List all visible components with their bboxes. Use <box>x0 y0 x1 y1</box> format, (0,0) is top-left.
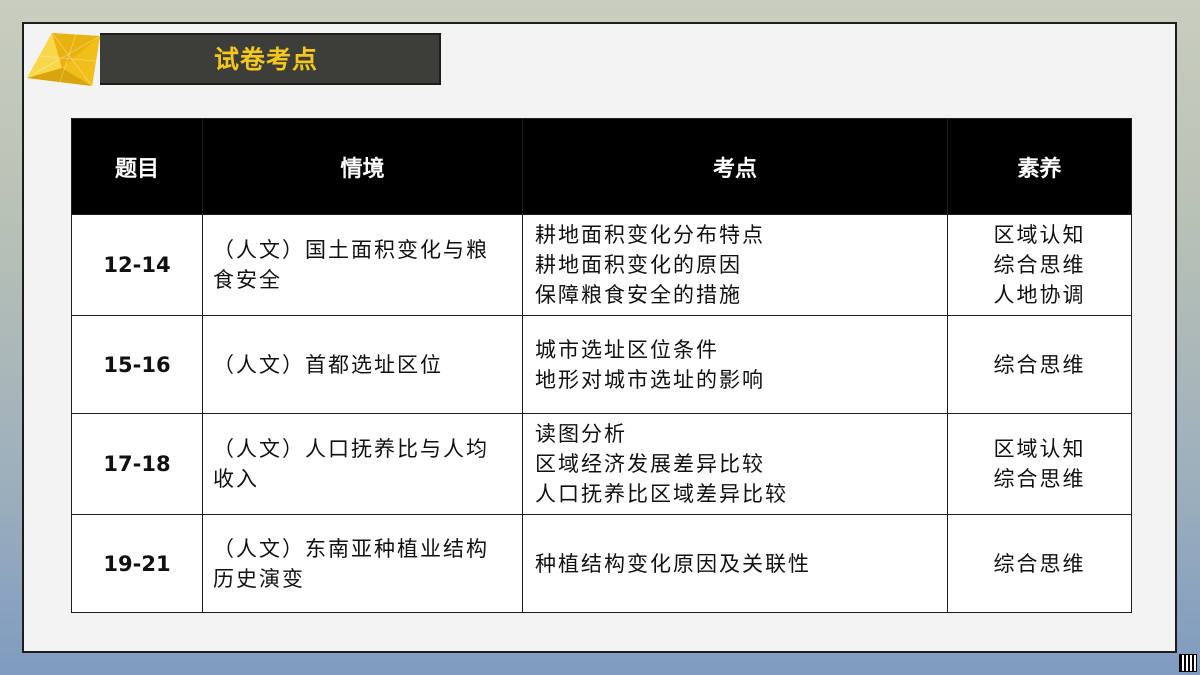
qr-code-icon <box>1179 654 1197 672</box>
point-item: 区域经济发展差异比较 <box>535 452 765 476</box>
page-title: 试卷考点 <box>214 45 319 74</box>
literacy-item: 综合思维 <box>993 253 1086 277</box>
question-number: 19-21 <box>71 514 203 613</box>
point-item: 地形对城市选址的影响 <box>535 367 765 392</box>
context-cell: （人文）人口抚养比与人均 收入 <box>202 413 523 515</box>
title-bar: 试卷考点 <box>100 33 441 85</box>
point-item: 耕地面积变化的原因 <box>535 253 742 277</box>
context-line: （人文）首都选址区位 <box>213 352 443 377</box>
question-number: 17-18 <box>71 413 203 515</box>
literacy-item: 区域认知 <box>993 223 1086 247</box>
point-item: 人口抚养比区域差异比较 <box>535 482 788 506</box>
points-cell: 种植结构变化原因及关联性 <box>522 514 948 613</box>
literacy-cell: 综合思维 <box>947 315 1132 414</box>
point-item: 保障粮食安全的措施 <box>535 283 742 307</box>
context-line: （人文）人口抚养比与人均 <box>213 437 489 461</box>
context-line: 收入 <box>213 467 259 491</box>
literacy-cell: 区域认知 综合思维 <box>947 413 1132 515</box>
context-cell: （人文）东南亚种植业结构 历史演变 <box>202 514 523 613</box>
literacy-item: 人地协调 <box>993 283 1086 307</box>
table-row: 19-21 （人文）东南亚种植业结构 历史演变 种植结构变化原因及关联性 综合思… <box>71 514 1132 613</box>
literacy-item: 区域认知 <box>993 437 1086 461</box>
context-cell: （人文）国土面积变化与粮 食安全 <box>202 214 523 316</box>
literacy-item: 综合思维 <box>993 352 1086 377</box>
literacy-cell: 区域认知 综合思维 人地协调 <box>947 214 1132 316</box>
context-line: （人文）东南亚种植业结构 <box>213 536 489 561</box>
context-line: 历史演变 <box>213 566 305 591</box>
points-cell: 耕地面积变化分布特点 耕地面积变化的原因 保障粮食安全的措施 <box>522 214 948 316</box>
literacy-item: 综合思维 <box>993 551 1086 576</box>
point-item: 读图分析 <box>535 422 627 446</box>
points-cell: 城市选址区位条件 地形对城市选址的影响 <box>522 315 948 414</box>
literacy-cell: 综合思维 <box>947 514 1132 613</box>
point-item: 城市选址区位条件 <box>535 337 719 362</box>
point-item: 耕地面积变化分布特点 <box>535 223 765 247</box>
column-header-context: 情境 <box>202 118 523 215</box>
exam-points-table: 题目 情境 考点 素养 12-14 （人文）国土面积变化与粮 食安全 耕地面积变… <box>71 118 1132 613</box>
table-header-row: 题目 情境 考点 素养 <box>71 118 1132 215</box>
point-item: 种植结构变化原因及关联性 <box>535 551 811 576</box>
points-cell: 读图分析 区域经济发展差异比较 人口抚养比区域差异比较 <box>522 413 948 515</box>
table-row: 17-18 （人文）人口抚养比与人均 收入 读图分析 区域经济发展差异比较 人口… <box>71 413 1132 515</box>
context-line: 食安全 <box>213 268 282 292</box>
table-row: 12-14 （人文）国土面积变化与粮 食安全 耕地面积变化分布特点 耕地面积变化… <box>71 214 1132 316</box>
context-line: （人文）国土面积变化与粮 <box>213 238 489 262</box>
table-row: 15-16 （人文）首都选址区位 城市选址区位条件 地形对城市选址的影响 综合思… <box>71 315 1132 414</box>
yellow-geometric-logo-icon <box>26 32 101 87</box>
literacy-item: 综合思维 <box>993 467 1086 491</box>
column-header-literacy: 素养 <box>947 118 1132 215</box>
question-number: 12-14 <box>71 214 203 316</box>
context-cell: （人文）首都选址区位 <box>202 315 523 414</box>
question-number: 15-16 <box>71 315 203 414</box>
column-header-question: 题目 <box>71 118 203 215</box>
column-header-points: 考点 <box>522 118 948 215</box>
